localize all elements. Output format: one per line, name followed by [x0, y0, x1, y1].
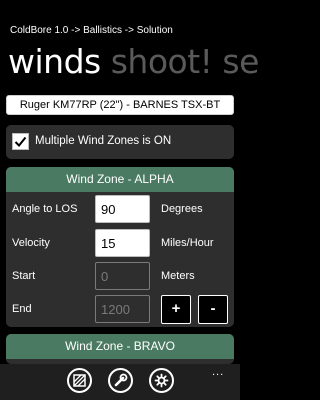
wind-zone-alpha: Wind Zone - ALPHA Angle to LOS Degrees V…: [6, 167, 234, 327]
app-bar: ...: [0, 364, 240, 400]
checkmark-icon: [14, 136, 27, 147]
pivot-header: winds shoot! se: [8, 42, 269, 81]
settings-button[interactable]: [149, 368, 174, 393]
wrench-button[interactable]: [108, 368, 133, 393]
wind-zone-alpha-title[interactable]: Wind Zone - ALPHA: [6, 167, 234, 192]
pivot-item-partial[interactable]: se: [222, 43, 259, 81]
more-menu-button[interactable]: ...: [212, 366, 224, 378]
velocity-unit: Miles/Hour: [161, 237, 214, 249]
remove-zone-button[interactable]: -: [198, 295, 228, 324]
multi-wind-label: Multiple Wind Zones is ON: [35, 135, 172, 147]
angle-unit: Degrees: [161, 203, 203, 215]
angle-input[interactable]: [95, 195, 150, 223]
wind-zone-bravo: Wind Zone - BRAVO: [6, 334, 234, 364]
wrench-icon: [114, 373, 128, 387]
velocity-input[interactable]: [95, 229, 150, 257]
profile-selector[interactable]: Ruger KM77RP (22") - BARNES TSX-BT: [6, 95, 234, 115]
multi-wind-toggle[interactable]: Multiple Wind Zones is ON: [6, 125, 234, 159]
pivot-item-winds[interactable]: winds: [8, 43, 101, 81]
start-unit: Meters: [161, 270, 195, 282]
end-row: End + -: [6, 295, 234, 325]
angle-label: Angle to LOS: [12, 203, 78, 215]
start-row: Start Meters: [6, 262, 234, 292]
target-icon: [73, 374, 86, 387]
end-label: End: [12, 303, 32, 315]
settings-icon: [154, 373, 169, 388]
end-input: [95, 295, 150, 323]
breadcrumb: ColdBore 1.0 -> Ballistics -> Solution: [10, 25, 173, 36]
multi-wind-checkbox[interactable]: [12, 133, 29, 150]
start-input: [95, 262, 150, 290]
wind-zone-bravo-title[interactable]: Wind Zone - BRAVO: [6, 334, 234, 359]
add-zone-button[interactable]: +: [161, 295, 191, 324]
velocity-row: Velocity Miles/Hour: [6, 229, 234, 259]
start-label: Start: [12, 270, 36, 282]
velocity-label: Velocity: [12, 237, 50, 249]
target-button[interactable]: [67, 368, 92, 393]
angle-row: Angle to LOS Degrees: [6, 195, 234, 225]
pivot-item-shoot[interactable]: shoot!: [111, 43, 213, 81]
